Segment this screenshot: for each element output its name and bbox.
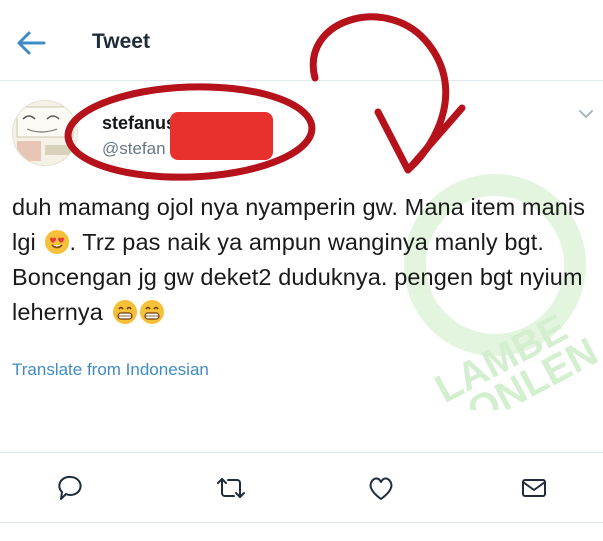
redaction-mark: [170, 112, 273, 160]
divider: [0, 452, 603, 453]
heart-eyes-emoji: [45, 230, 70, 254]
message-icon[interactable]: [519, 472, 549, 504]
grinning-emoji: [112, 300, 137, 324]
page-title: Tweet: [92, 30, 150, 53]
display-name[interactable]: stefanus: [102, 113, 176, 134]
grinning-emoji: [139, 300, 164, 324]
retweet-icon[interactable]: [214, 472, 248, 504]
avatar-image: [13, 101, 77, 165]
reply-icon[interactable]: [56, 472, 86, 504]
chevron-down-icon[interactable]: [578, 108, 594, 120]
user-handle[interactable]: @stefan: [102, 139, 166, 159]
tweet-text: duh mamang ojol nya nyamperin gw. Mana i…: [12, 190, 587, 330]
like-icon[interactable]: [366, 472, 396, 504]
arrow-left-icon[interactable]: [14, 28, 48, 58]
divider: [0, 522, 603, 523]
tweet-text-part-2: . Trz pas naik ya ampun wanginya manly b…: [12, 229, 583, 325]
top-bar: Tweet: [0, 0, 603, 81]
annotation-arrowhead: [374, 104, 466, 174]
action-bar: [0, 472, 603, 512]
translate-link[interactable]: Translate from Indonesian: [12, 360, 209, 380]
avatar[interactable]: [12, 100, 78, 166]
watermark-line-2: ONLEN: [461, 330, 600, 410]
